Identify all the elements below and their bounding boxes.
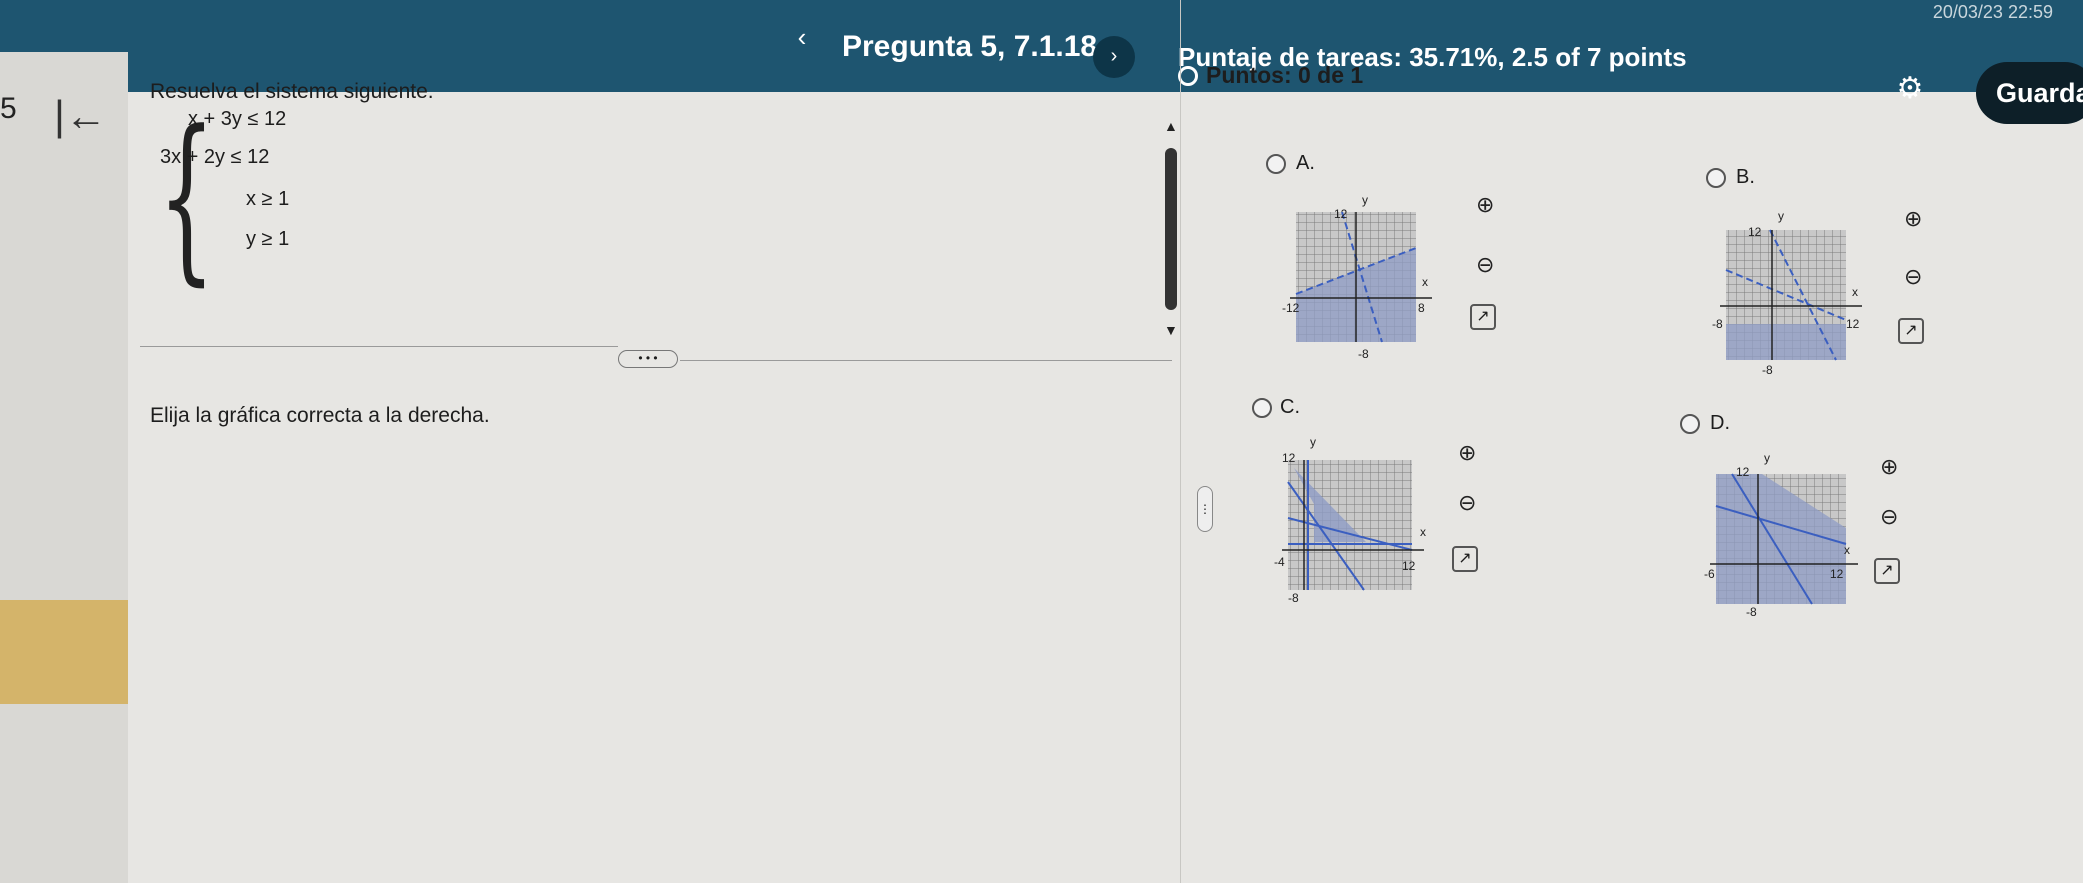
option-c-label: C.: [1280, 396, 1300, 418]
zoom-in-icon[interactable]: ⊕: [1458, 440, 1476, 466]
equation-1: x + 3y ≤ 12: [188, 108, 287, 130]
x-tick-max: 12: [1830, 567, 1844, 581]
divider: [680, 360, 1172, 361]
x-axis-label: x: [1422, 275, 1428, 289]
zoom-in-icon[interactable]: ⊕: [1904, 206, 1922, 232]
divider: [140, 346, 618, 347]
scroll-down-arrow[interactable]: ▼: [1164, 322, 1178, 338]
zoom-out-icon[interactable]: ⊖: [1904, 264, 1922, 290]
left-sidebar: [0, 52, 128, 883]
y-tick-min: -8: [1358, 347, 1369, 360]
question-title: Pregunta 5, 7.1.18: [842, 30, 1098, 63]
equation-2: 3x + 2y ≤ 12: [160, 146, 270, 168]
chevron-right-icon: ›: [1110, 45, 1118, 67]
settings-button[interactable]: ⚙: [1893, 72, 1927, 106]
y-axis-label: y: [1764, 451, 1770, 465]
x-axis-label: x: [1844, 543, 1850, 557]
brace: {: [158, 93, 216, 302]
chevron-left-icon: ‹: [797, 22, 807, 52]
scrollbar-thumb[interactable]: [1165, 148, 1177, 310]
zoom-out-icon[interactable]: ⊖: [1476, 252, 1494, 278]
zoom-in-icon[interactable]: ⊕: [1880, 454, 1898, 480]
header-bar: 20/03/23 22:59 ‹ Pregunta 5, 7.1.18 › Pu…: [0, 0, 2083, 92]
save-button[interactable]: Guarda: [1976, 62, 2083, 124]
option-b-label: B.: [1736, 166, 1755, 188]
external-window-icon[interactable]: ↗: [1470, 304, 1496, 330]
y-axis-label: y: [1778, 209, 1784, 223]
y-tick-min: -8: [1746, 605, 1757, 616]
x-tick-min: -4: [1274, 555, 1285, 569]
zoom-out-icon[interactable]: ⊖: [1458, 490, 1476, 516]
x-tick-min: -12: [1282, 301, 1300, 315]
sidebar-highlight: [0, 600, 128, 704]
x-tick-max: 12: [1402, 559, 1416, 573]
option-d-radio[interactable]: [1680, 414, 1700, 434]
y-tick-min: -8: [1288, 591, 1299, 602]
y-axis-label: y: [1310, 435, 1316, 449]
option-a-graph: y x 12 -12 8 -8: [1282, 193, 1432, 360]
y-axis-label: y: [1362, 193, 1368, 207]
option-c-radio[interactable]: [1252, 398, 1272, 418]
equation-3: x ≥ 1: [246, 188, 290, 210]
panel-divider: [1180, 0, 1181, 883]
x-axis-label: x: [1852, 285, 1858, 299]
option-b-radio[interactable]: [1706, 168, 1726, 188]
y-tick-max: 12: [1736, 465, 1750, 479]
y-tick-max: 12: [1282, 451, 1296, 465]
y-tick-max: 12: [1334, 207, 1348, 221]
datetime-text: 20/03/23 22:59: [1932, 2, 2053, 22]
x-axis-label: x: [1420, 525, 1426, 539]
first-page-icon[interactable]: |←: [54, 92, 107, 140]
external-window-icon[interactable]: ↗: [1452, 546, 1478, 572]
option-c-graph: y x 12 -4 12 -8: [1274, 435, 1426, 602]
y-tick-max: 12: [1748, 225, 1762, 239]
next-question-button[interactable]: ›: [1093, 36, 1135, 78]
option-a-radio[interactable]: [1266, 154, 1286, 174]
x-tick-min: -6: [1704, 567, 1715, 581]
option-b-graph: y x 12 -8 12 -8: [1712, 209, 1862, 374]
zoom-out-icon[interactable]: ⊖: [1880, 504, 1898, 530]
option-a-label: A.: [1296, 152, 1315, 174]
gear-icon: ⚙: [1896, 72, 1924, 105]
x-tick-min: -8: [1712, 317, 1723, 331]
prompt-text: Elija la gráfica correcta a la derecha.: [150, 404, 490, 427]
equation-4: y ≥ 1: [246, 228, 290, 250]
x-tick-max: 12: [1846, 317, 1860, 331]
option-d-graph: y x 12 -6 12 -8: [1704, 451, 1858, 616]
more-button[interactable]: • • •: [618, 350, 678, 368]
external-window-icon[interactable]: ↗: [1898, 318, 1924, 344]
y-tick-min: -8: [1762, 363, 1773, 374]
zoom-in-icon[interactable]: ⊕: [1476, 192, 1494, 218]
panel-resize-handle[interactable]: ⋮: [1197, 486, 1213, 532]
inequality-system: { x + 3y ≤ 12 3x + 2y ≤ 12 x ≥ 1 y ≥ 1: [158, 108, 358, 298]
scroll-up-arrow[interactable]: ▲: [1164, 118, 1178, 134]
circle-icon: [1178, 65, 1198, 86]
points-text: Puntos: 0 de 1: [1206, 62, 1364, 88]
points-status: Puntos: 0 de 1: [1178, 62, 1363, 89]
x-tick-max: 8: [1418, 301, 1425, 315]
external-window-icon[interactable]: ↗: [1874, 558, 1900, 584]
previous-question-button[interactable]: ‹: [786, 22, 818, 54]
question-number: 5: [0, 92, 17, 125]
option-d-label: D.: [1710, 412, 1730, 434]
